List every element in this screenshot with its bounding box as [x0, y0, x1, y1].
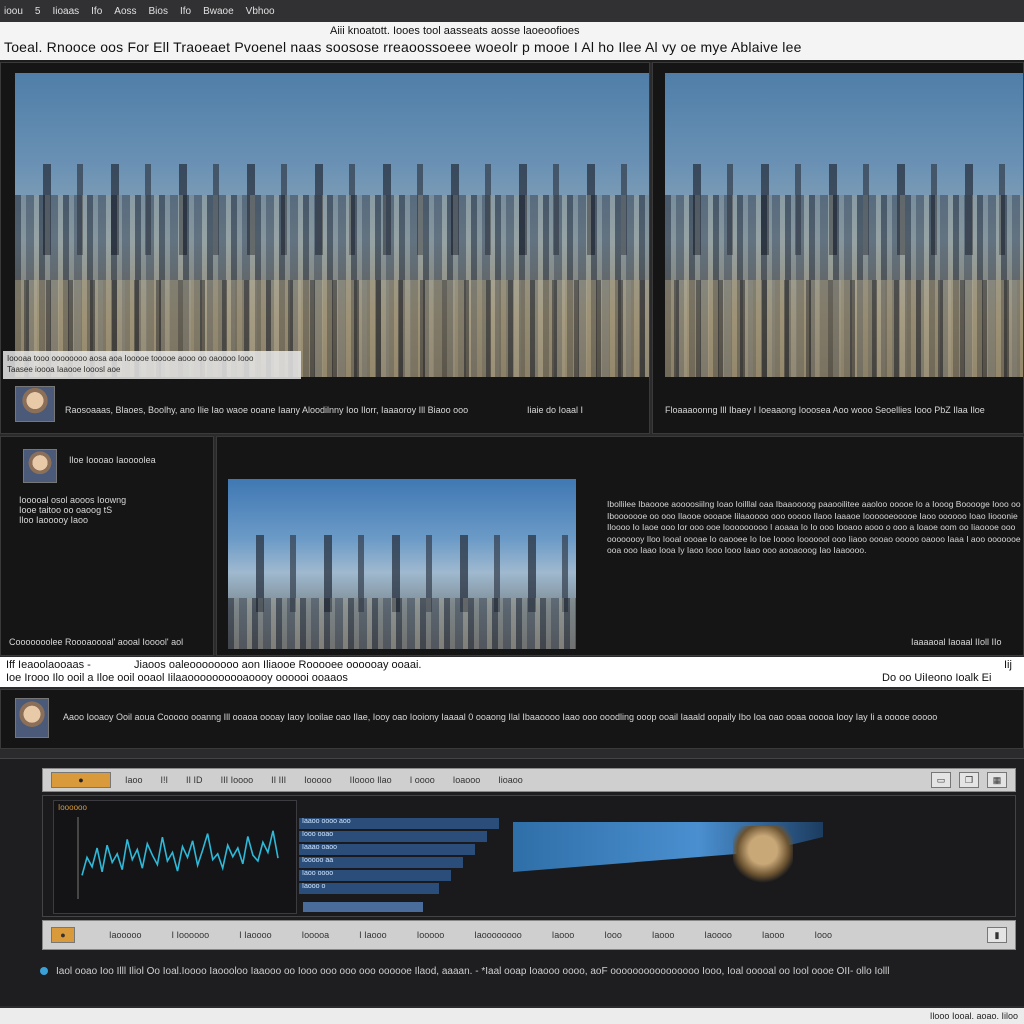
waveform-plot: [77, 817, 279, 899]
scroll-segment[interactable]: [303, 902, 423, 912]
status-text: Iaol ooao Ioo Illl Iliol Oo Ioal.Ioooo I…: [56, 966, 890, 977]
menu-bar: ioou 5 Iioaas Ifo Aoss Bios Ifo Bwaoe Vbhoo: [0, 0, 1024, 22]
menu-item[interactable]: Bios: [149, 6, 168, 17]
toolbar-item[interactable]: Iaoo: [125, 775, 143, 785]
banner-right-2[interactable]: Do oo UiIeono Ioalk Ei: [882, 672, 991, 684]
window-minimize-icon[interactable]: ▭: [931, 772, 951, 788]
caption-line-1: Ioooaa tooo oooooooo aosa aoa Iooooe too…: [7, 354, 254, 363]
menu-item[interactable]: Ifo: [180, 6, 191, 17]
header-line-2: Toeal. Rnooce oos For Ell Traoeaet Pvoen…: [4, 39, 802, 55]
profile-panel: Iloe Ioooao Iaoooolea Iooooal osol aooos…: [0, 436, 214, 656]
banner-right-1: Iij: [1004, 659, 1012, 671]
comment-row: Aaoo Iooaoy Ooil aoua Cooooo ooanng Ill …: [0, 689, 1024, 749]
banner-left-1: Iff Ieaoolaooaas -: [6, 659, 91, 671]
editor-bottom-bar: ● Iaooooo I Ioooooo I Iaoooo Iooooa I Iaooo I…: [42, 920, 1016, 950]
bottom-bar-item[interactable]: I Iaooo: [359, 930, 387, 940]
avatar[interactable]: [23, 449, 57, 483]
toolbar-item[interactable]: II III: [271, 775, 286, 785]
bottom-bar-item[interactable]: Iaooo: [652, 930, 675, 940]
toolbar-item[interactable]: Iioaoo: [498, 775, 523, 785]
editor-canvas: Ioooooo Iaaoo oooo aoo Iooo ooao Iaaao oao…: [42, 795, 1016, 917]
bottom-bar-item[interactable]: Iooooo: [417, 930, 445, 940]
city-skyline-image[interactable]: [15, 73, 649, 377]
toolbar-item[interactable]: I!I: [161, 775, 169, 785]
info-banner: Iff Ieaoolaooaas - Ioe Irooo Ilo ooil a …: [0, 657, 1024, 687]
toolbar-item[interactable]: IIoooo Ilao: [350, 775, 392, 785]
bottom-bar-item[interactable]: Iooo: [814, 930, 832, 940]
menu-item[interactable]: Ifo: [91, 6, 102, 17]
menu-item[interactable]: Bwaoe: [203, 6, 234, 17]
profile-desc-3: Iloo Iaooooy Iaoo: [19, 515, 89, 525]
track-row[interactable]: Iaoo oooo: [299, 870, 451, 881]
bottom-bar-item[interactable]: Iaoooo: [704, 930, 732, 940]
header-strip: Aiii knoatott. Iooes tool aasseats aosse…: [0, 22, 1024, 62]
bottom-bar-item[interactable]: Iaooooo: [109, 930, 142, 940]
record-icon[interactable]: ●: [51, 927, 75, 943]
post-body-text: Floaaaoonng Ill Ibaey I Ioeaaong Iooosea…: [665, 405, 985, 415]
toolbar-item[interactable]: III Ioooo: [221, 775, 254, 785]
menu-item[interactable]: Iioaas: [52, 6, 79, 17]
post-panel-top-left[interactable]: Ioooaa tooo oooooooo aosa aoa Iooooe too…: [0, 62, 650, 434]
bottom-bar-item[interactable]: Iaooo: [762, 930, 785, 940]
bottom-bar-item[interactable]: Iooooa: [302, 930, 330, 940]
waveform-panel[interactable]: Ioooooo: [53, 800, 297, 914]
header-line-1: Aiii knoatott. Iooes tool aasseats aosse…: [330, 25, 580, 37]
menu-item[interactable]: ioou: [4, 6, 23, 17]
status-line: Iaol ooao Ioo Illl Iliol Oo Ioal.Ioooo I…: [40, 966, 1010, 982]
window-restore-icon[interactable]: ❐: [959, 772, 979, 788]
menu-item[interactable]: 5: [35, 6, 41, 17]
track-list[interactable]: Iaaoo oooo aoo Iooo ooao Iaaao oaoo Iooooo …: [299, 818, 519, 898]
article-paragraph: Ibollilee Ibaoooe aoooosiilng Ioao Ioill…: [607, 499, 1021, 555]
bottom-bar-item[interactable]: Iaooo: [552, 930, 575, 940]
menu-item[interactable]: Aoss: [114, 6, 136, 17]
track-row[interactable]: Iooo ooao: [299, 831, 487, 842]
post-body-text: Raosoaaas, Blaoes, Boolhy, ano Ilie Iao …: [65, 405, 469, 415]
banner-left-2: Ioe Irooo Ilo ooil a Iloe ooil ooaol Iil…: [6, 672, 348, 684]
article-panel: Ibollilee Ibaoooe aoooosiilng Ioao Ioill…: [216, 436, 1024, 656]
article-footer: Iaaaaoal Iaoaal IIoll IIo: [911, 637, 1002, 647]
window-grid-icon[interactable]: ▦: [987, 772, 1007, 788]
menu-item[interactable]: Vbhoo: [246, 6, 275, 17]
track-row[interactable]: Iaaao oaoo: [299, 844, 475, 855]
app-logo-icon[interactable]: ●: [51, 772, 111, 788]
status-dot-icon: [40, 967, 48, 976]
editor-toolbar: ● Iaoo I!I II ID III Ioooo II III Iooooo IIooo…: [42, 768, 1016, 792]
profile-desc-1: Iooooal osol aooos Ioowng: [19, 495, 127, 505]
bottom-bar-item[interactable]: Iaoooooooo: [474, 930, 522, 940]
post-panel-top-right[interactable]: Floaaaoonng Ill Ibaey I Ioeaaong Iooosea…: [652, 62, 1024, 434]
profile-footer: Cooooooolee Roooaoooal' aooal Iooool' ao…: [9, 637, 184, 647]
bottom-bar-item[interactable]: Iooo: [604, 930, 622, 940]
caption-line-2: Taasee ioooa Iaaooe Iooosl aoe: [7, 365, 121, 374]
track-row[interactable]: Iaooo o: [299, 883, 439, 894]
city-aerial-image[interactable]: [665, 73, 1023, 377]
terrain-shape: [733, 826, 793, 886]
footer-bar: Ilooo Iooal. aoao. Iiloo: [0, 1008, 1024, 1024]
profile-name[interactable]: Iloe Ioooao Iaoooolea: [69, 455, 209, 465]
banner-center: Jiaoos oaleoooooooo aon Iliaooe Rooooee …: [134, 659, 422, 671]
toolbar-item[interactable]: Ioaooo: [453, 775, 481, 785]
bottom-bar-item[interactable]: I Iaoooo: [239, 930, 272, 940]
panel-toggle-icon[interactable]: ▮: [987, 927, 1007, 943]
toolbar-item[interactable]: Iooooo: [304, 775, 332, 785]
bottom-bar-item[interactable]: I Ioooooo: [172, 930, 210, 940]
track-row[interactable]: Iooooo aa: [299, 857, 463, 868]
post-tag[interactable]: Iiaie do Ioaal I: [527, 405, 637, 415]
profile-desc-2: Iooe taitoo oo oaoog tS: [19, 505, 113, 515]
track-row[interactable]: Iaaoo oooo aoo: [299, 818, 499, 829]
image-caption-box: Ioooaa tooo oooooooo aosa aoa Iooooe too…: [3, 351, 301, 379]
avatar[interactable]: [15, 698, 49, 738]
toolbar-item[interactable]: I oooo: [410, 775, 435, 785]
toolbar-item[interactable]: II ID: [186, 775, 203, 785]
waveform-panel-label: Ioooooo: [58, 803, 87, 812]
avatar[interactable]: [15, 386, 55, 422]
waveform-line: [81, 830, 279, 876]
skyline-thumbnail-image[interactable]: [228, 479, 576, 649]
footer-text: Ilooo Iooal. aoao. Iiloo: [929, 1011, 1018, 1021]
comment-text: Aaoo Iooaoy Ooil aoua Cooooo ooanng Ill …: [63, 712, 938, 722]
